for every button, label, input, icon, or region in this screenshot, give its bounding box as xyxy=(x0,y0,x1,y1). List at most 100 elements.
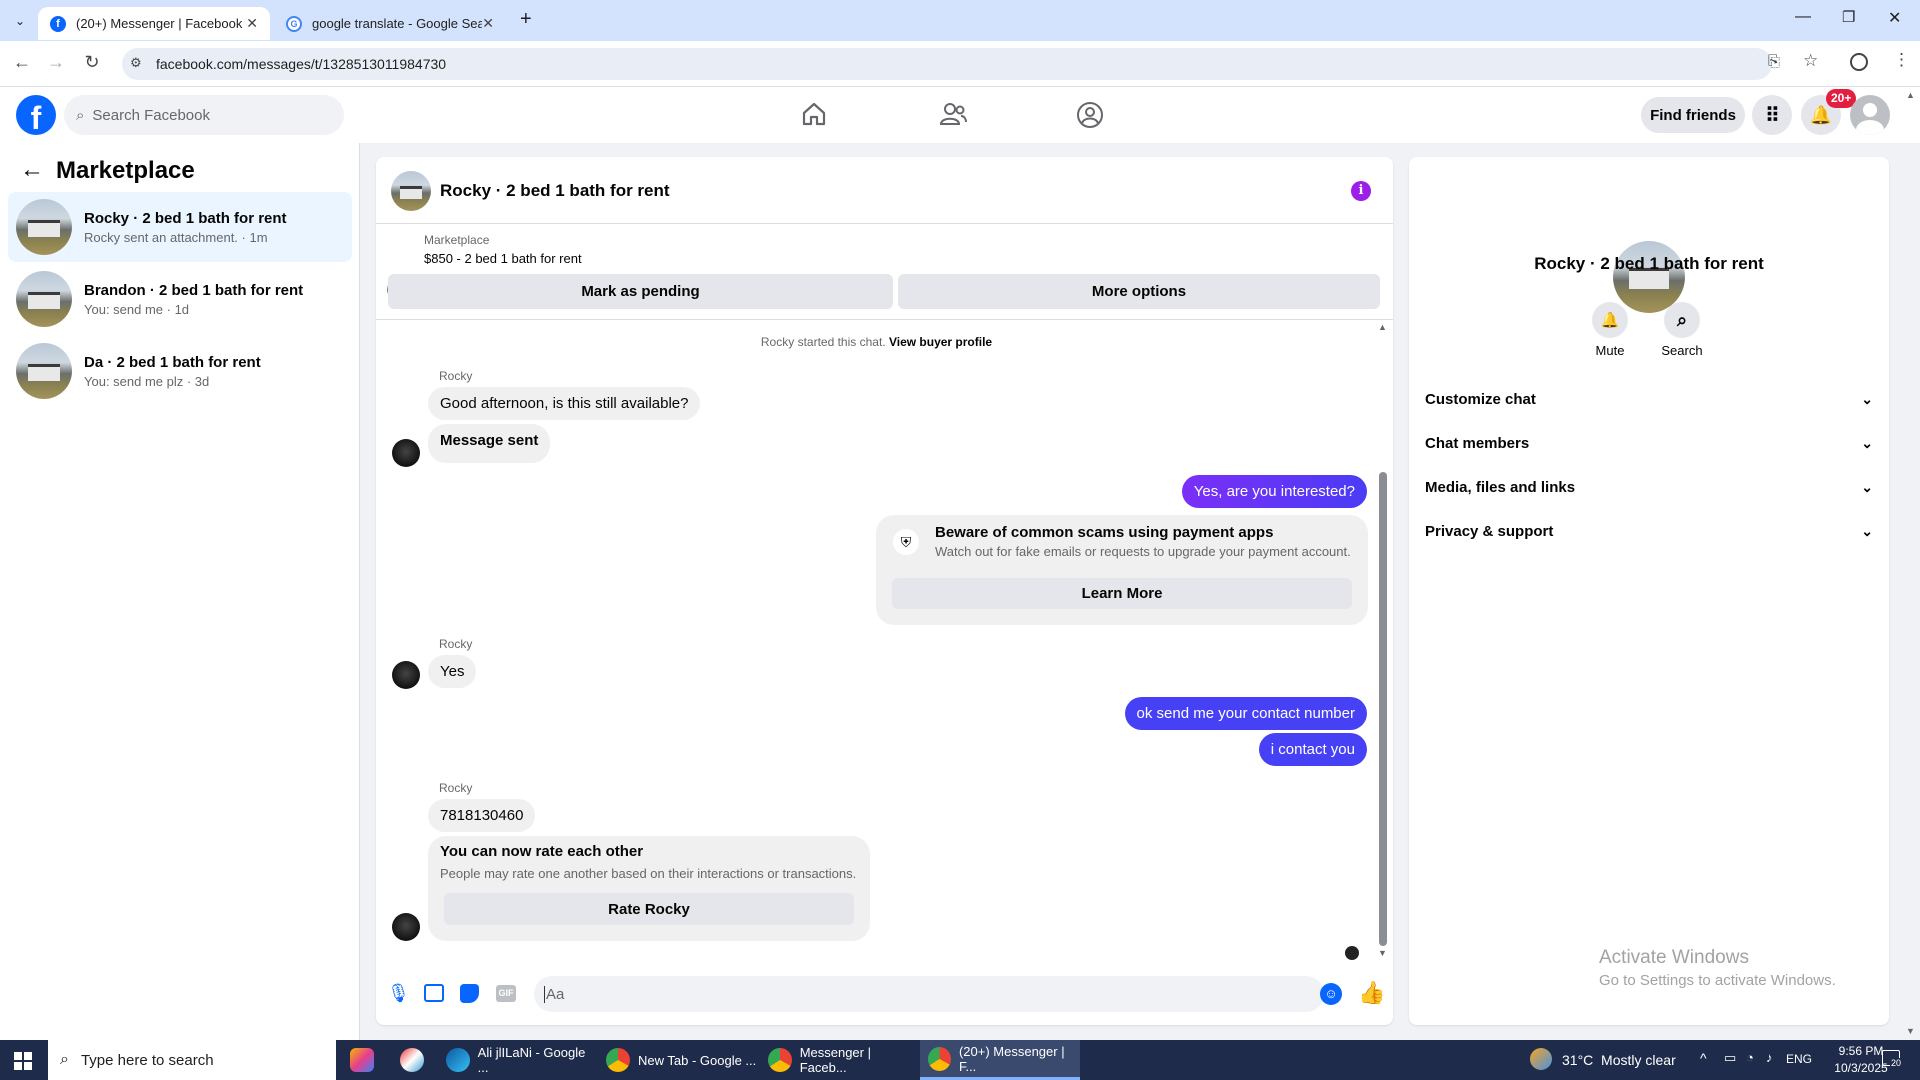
chevron-down-icon: ⌄ xyxy=(1861,522,1873,539)
tab-list-icon[interactable]: ⌄ xyxy=(8,10,32,32)
maximize-window-icon[interactable]: ❐ xyxy=(1842,8,1855,26)
profile-icon[interactable] xyxy=(1850,53,1868,71)
rate-rocky-label: Rate Rocky xyxy=(608,900,690,918)
tab-title: google translate - Google Search xyxy=(312,16,482,31)
listing-description[interactable]: $850 - 2 bed 1 bath for rent xyxy=(424,251,582,266)
photo-icon[interactable] xyxy=(424,984,444,1002)
menu-grid-button[interactable]: ⠿ xyxy=(1752,95,1792,135)
start-pane xyxy=(14,1052,22,1060)
close-window-icon[interactable]: ✕ xyxy=(1888,8,1901,28)
facebook-logo[interactable]: f xyxy=(16,95,56,135)
conversation-name: Brandon · 2 bed 1 bath for rent xyxy=(84,281,304,299)
gif-icon[interactable]: GIF xyxy=(496,985,516,1002)
browser-menu-icon[interactable]: ⋮ xyxy=(1893,50,1910,70)
weather-icon[interactable] xyxy=(1530,1048,1552,1070)
outgoing-message[interactable]: ok send me your contact number xyxy=(1124,697,1367,730)
taskbar-app-label: (20+) Messenger | F... xyxy=(958,1043,1065,1074)
close-tab-icon[interactable]: ✕ xyxy=(246,15,258,32)
site-info-icon[interactable]: ⚙ xyxy=(130,55,142,71)
emoji-icon[interactable]: ☺ xyxy=(1320,983,1342,1005)
outgoing-message[interactable]: i contact you xyxy=(1258,733,1367,766)
wifi-icon[interactable]: ◔ xyxy=(1746,1050,1754,1065)
app-icon[interactable] xyxy=(400,1048,424,1072)
conversation-info-icon[interactable]: i xyxy=(1351,181,1371,201)
network-icon[interactable]: ▭ xyxy=(1724,1050,1736,1066)
rate-rocky-button[interactable]: Rate Rocky xyxy=(444,893,854,925)
forward-icon[interactable]: → xyxy=(44,52,68,73)
volume-icon[interactable]: ♪ xyxy=(1766,1050,1773,1065)
seen-indicator xyxy=(1345,946,1359,960)
account-avatar[interactable] xyxy=(1850,95,1890,135)
sender-name: Rocky xyxy=(439,781,473,795)
chat-members-section[interactable]: Chat members ⌄ xyxy=(1425,425,1873,461)
taskbar-app-label: Messenger | Faceb... xyxy=(799,1045,871,1075)
incoming-message[interactable]: Yes xyxy=(428,655,477,688)
outgoing-message[interactable]: Yes, are you interested? xyxy=(1181,475,1367,508)
shield-icon: ⛨ xyxy=(893,529,919,555)
chat-title[interactable]: Rocky · 2 bed 1 bath for rent xyxy=(440,181,670,201)
chat-started-text: Rocky started this chat. xyxy=(760,335,886,349)
close-tab-icon[interactable]: ✕ xyxy=(482,15,494,32)
show-hidden-icons[interactable]: ^ xyxy=(1700,1050,1707,1066)
new-tab-icon[interactable]: + xyxy=(520,8,532,31)
conversation-item[interactable]: Rocky · 2 bed 1 bath for rent Rocky sent… xyxy=(8,192,352,262)
back-icon[interactable]: ← xyxy=(10,52,34,73)
search-chat-button[interactable]: ⌕ xyxy=(1664,302,1700,338)
weather-text[interactable]: 31°C Mostly clear xyxy=(1562,1052,1676,1068)
facebook-favicon-icon: f xyxy=(50,15,66,32)
taskbar-app-label: Ali jlILaNi - Google ... xyxy=(477,1045,586,1075)
friends-nav-icon[interactable] xyxy=(939,102,967,126)
taskbar-search-box[interactable]: ⌕ Type here to search xyxy=(48,1040,336,1080)
home-nav-icon[interactable] xyxy=(801,102,827,126)
taskbar-app-chrome-newtab[interactable]: New Tab - Google ... xyxy=(598,1040,758,1080)
windows-start-icon[interactable] xyxy=(14,1052,32,1070)
conversation-item[interactable]: Da · 2 bed 1 bath for rent You: send me … xyxy=(8,336,352,406)
mute-button[interactable]: 🔔 xyxy=(1592,302,1628,338)
chrome-icon xyxy=(768,1048,792,1072)
message-input-placeholder: Aa xyxy=(544,985,565,1003)
taskbar-app-chrome-active[interactable]: (20+) Messenger | F... xyxy=(920,1040,1080,1080)
tab-messenger[interactable]: f (20+) Messenger | Facebook ✕ xyxy=(38,7,270,40)
like-thumb-icon[interactable]: 👍 xyxy=(1358,980,1385,1006)
bookmark-star-icon[interactable]: ☆ xyxy=(1803,51,1818,71)
scroll-up-arrow[interactable]: ▲ xyxy=(1378,322,1387,332)
language-indicator[interactable]: ENG xyxy=(1786,1052,1812,1066)
listing-source: Marketplace xyxy=(424,233,490,247)
incoming-message[interactable]: Good afternoon, is this still available? xyxy=(428,387,701,420)
mark-as-pending-button[interactable]: Mark as pending xyxy=(388,274,893,309)
listing-divider xyxy=(376,319,1393,320)
page-scroll-down[interactable]: ▼ xyxy=(1906,1026,1915,1036)
reload-icon[interactable]: ↻ xyxy=(80,52,104,73)
profile-thumbnail[interactable] xyxy=(1613,241,1685,313)
search-facebook-field[interactable]: ⌕ Search Facebook xyxy=(64,95,344,135)
taskbar-app-chrome-messenger[interactable]: Messenger | Faceb... xyxy=(760,1040,920,1080)
media-files-links-section[interactable]: Media, files and links ⌄ xyxy=(1425,469,1873,505)
chat-started-notice: Rocky started this chat. View buyer prof… xyxy=(376,335,1377,349)
customize-chat-section[interactable]: Customize chat ⌄ xyxy=(1425,381,1873,417)
find-friends-button[interactable]: Find friends xyxy=(1641,97,1745,133)
url-field[interactable]: facebook.com/messages/t/1328513011984730 xyxy=(122,48,1772,80)
minimize-window-icon[interactable]: — xyxy=(1795,8,1811,26)
conversation-item[interactable]: Brandon · 2 bed 1 bath for rent You: sen… xyxy=(8,264,352,334)
groups-nav-icon[interactable] xyxy=(1076,101,1104,129)
chat-scrollbar-thumb[interactable] xyxy=(1379,472,1387,946)
mute-label: Mute xyxy=(1595,343,1625,358)
search-label: Search xyxy=(1661,343,1703,358)
message-input[interactable]: Aa xyxy=(534,976,1324,1012)
view-buyer-profile-link[interactable]: View buyer profile xyxy=(889,335,992,349)
chat-header-thumbnail[interactable] xyxy=(391,171,431,211)
back-arrow-icon[interactable]: ← xyxy=(20,156,44,184)
microphone-icon[interactable]: 🎙 xyxy=(387,983,410,1004)
copilot-icon[interactable] xyxy=(350,1048,374,1072)
taskbar-app-edge[interactable]: Ali jlILaNi - Google ... xyxy=(438,1040,598,1080)
incoming-message[interactable]: Message sent xyxy=(428,424,551,463)
page-scroll-up[interactable]: ▲ xyxy=(1906,90,1915,100)
install-app-icon[interactable]: ⎘ xyxy=(1768,53,1780,70)
incoming-message[interactable]: 7818130460 xyxy=(428,799,536,832)
rating-subtitle: People may rate one another based on the… xyxy=(440,866,857,881)
tab-google-translate[interactable]: G google translate - Google Search ✕ xyxy=(274,7,506,40)
scroll-down-arrow[interactable]: ▼ xyxy=(1378,948,1387,958)
learn-more-button[interactable]: Learn More xyxy=(892,578,1352,609)
privacy-support-section[interactable]: Privacy & support ⌄ xyxy=(1425,513,1873,549)
more-options-button[interactable]: More options xyxy=(898,274,1380,309)
